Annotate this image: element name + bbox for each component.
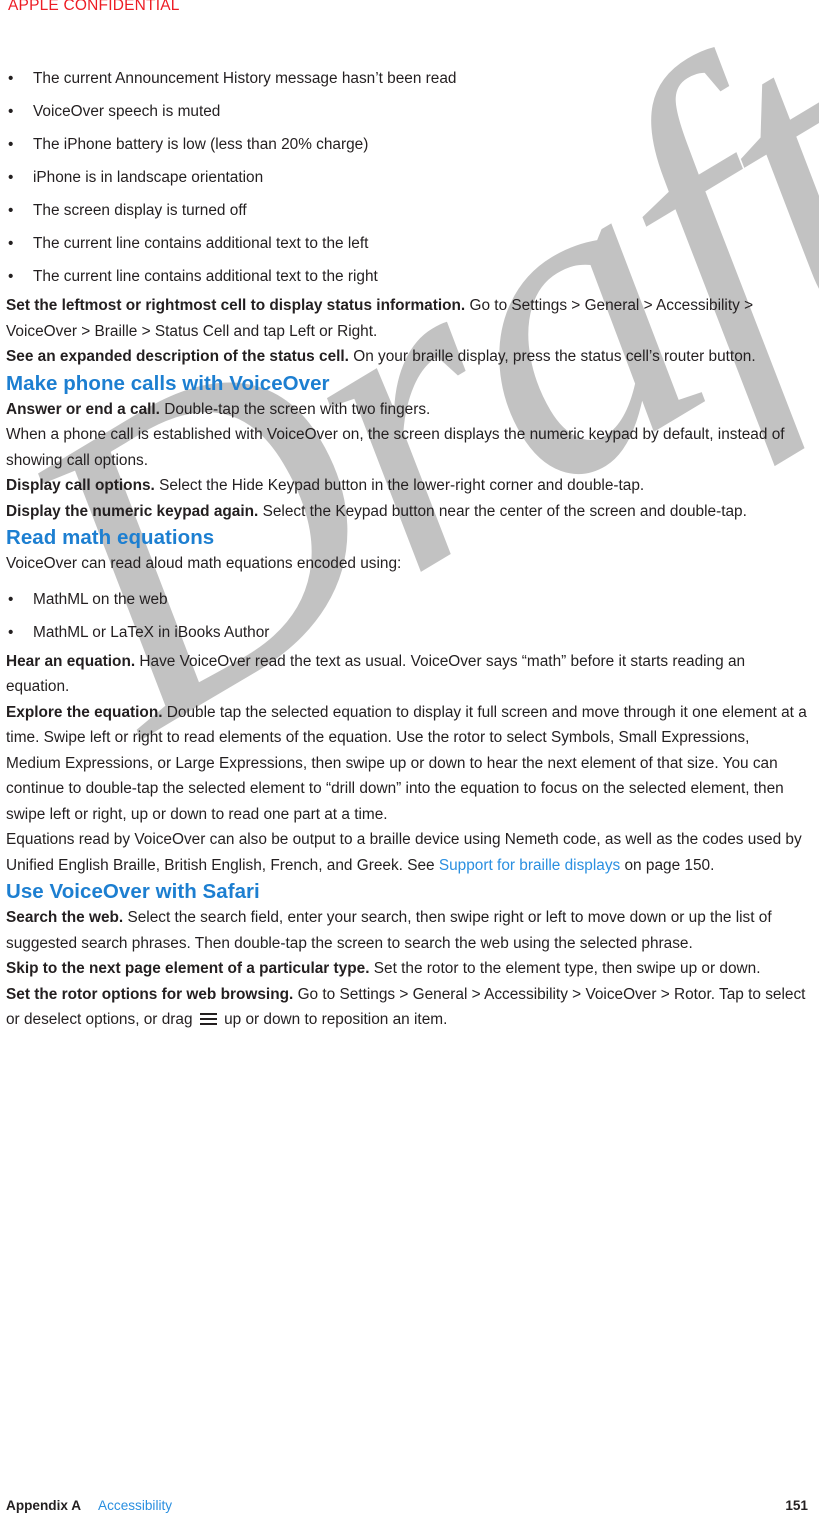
nemeth-text-after-link: on page 150. xyxy=(620,856,715,874)
footer-page-number: 151 xyxy=(785,1498,808,1513)
bullet-icon: • xyxy=(8,623,14,641)
page-content: • The current Announcement History messag… xyxy=(6,62,808,1033)
task-paragraph-display-call-options: Display call options. Select the Hide Ke… xyxy=(6,473,808,499)
bullet-icon: • xyxy=(8,136,14,153)
task-body: Set the rotor to the element type, then … xyxy=(369,960,761,977)
status-conditions-list: • The current Announcement History messag… xyxy=(6,62,808,293)
bullet-icon: • xyxy=(8,202,14,219)
section-heading-use-voiceover-with-safari: Use VoiceOver with Safari xyxy=(6,880,260,903)
task-paragraph-status-cell-description: See an expanded description of the statu… xyxy=(6,344,808,370)
bullet-icon: • xyxy=(8,169,14,186)
list-item-label: The iPhone battery is low (less than 20%… xyxy=(33,136,369,153)
paragraph-call-keypad-default: When a phone call is established with Vo… xyxy=(6,422,808,473)
task-body: On your braille display, press the statu… xyxy=(348,348,756,365)
list-item-label: The current line contains additional tex… xyxy=(33,235,369,252)
task-body: Double tap the selected equation to disp… xyxy=(6,703,807,823)
list-item-label: The screen display is turned off xyxy=(33,202,247,219)
section-heading-make-phone-calls: Make phone calls with VoiceOver xyxy=(6,371,330,395)
task-body: When a phone call is established with Vo… xyxy=(6,426,785,469)
list-item-label: The current Announcement History message… xyxy=(33,70,457,87)
task-paragraph-answer-end-call: Answer or end a call. Double-tap the scr… xyxy=(6,397,808,423)
task-lead: Set the leftmost or rightmost cell to di… xyxy=(6,297,466,314)
list-item: • The iPhone battery is low (less than 20… xyxy=(6,128,808,161)
task-lead: Display the numeric keypad again. xyxy=(6,502,259,520)
paragraph-nemeth-code: Equations read by VoiceOver can also be … xyxy=(6,827,808,878)
list-item: • The screen display is turned off xyxy=(6,194,808,227)
section-heading-read-math-equations: Read math equations xyxy=(6,526,215,549)
list-item: • MathML on the web xyxy=(6,583,808,616)
task-lead: Explore the equation. xyxy=(6,703,163,721)
list-item-label: MathML on the web xyxy=(33,590,168,608)
list-item: • iPhone is in landscape orientation xyxy=(6,161,808,194)
list-item-label: VoiceOver speech is muted xyxy=(33,103,221,120)
task-paragraph-status-cell-position: Set the leftmost or rightmost cell to di… xyxy=(6,293,808,344)
task-lead: Hear an equation. xyxy=(6,652,136,670)
list-item: • The current Announcement History messag… xyxy=(6,62,808,95)
task-paragraph-hear-equation: Hear an equation. Have VoiceOver read th… xyxy=(6,649,808,700)
bullet-icon: • xyxy=(8,590,14,608)
task-paragraph-display-numeric-keypad: Display the numeric keypad again. Select… xyxy=(6,499,808,525)
task-lead: Answer or end a call. xyxy=(6,400,160,418)
bullet-icon: • xyxy=(8,70,14,87)
list-item: • The current line contains additional te… xyxy=(6,260,808,293)
confidential-notice: APPLE CONFIDENTIAL xyxy=(8,0,180,14)
task-paragraph-explore-equation: Explore the equation. Double tap the sel… xyxy=(6,700,808,828)
bullet-icon: • xyxy=(8,268,14,285)
paragraph-math-intro: VoiceOver can read aloud math equations … xyxy=(6,555,402,572)
bullet-icon: • xyxy=(8,103,14,120)
task-body: Double-tap the screen with two fingers. xyxy=(159,400,431,418)
document-page: APPLE CONFIDENTIAL • The current Announce… xyxy=(0,0,819,1521)
list-item-label: iPhone is in landscape orientation xyxy=(33,169,264,186)
task-lead: Set the rotor options for web browsing. xyxy=(6,985,294,1003)
list-item-label: MathML or LaTeX in iBooks Author xyxy=(33,623,270,641)
footer-chapter-label[interactable]: Accessibility xyxy=(98,1498,172,1513)
list-item: • VoiceOver speech is muted xyxy=(6,95,808,128)
list-item: • MathML or LaTeX in iBooks Author xyxy=(6,616,808,649)
bullet-icon: • xyxy=(8,235,14,252)
task-lead: Display call options. xyxy=(6,477,155,494)
reorder-handle-icon xyxy=(199,1013,217,1025)
task-paragraph-set-rotor-options: Set the rotor options for web browsing. … xyxy=(6,982,808,1033)
task-paragraph-search-the-web: Search the web. Select the search field,… xyxy=(6,905,808,956)
page-footer: Appendix A Accessibility 151 xyxy=(6,1495,808,1517)
task-lead: Skip to the next page element of a parti… xyxy=(6,960,370,977)
task-body: Select the Hide Keypad button in the low… xyxy=(154,477,645,494)
task-lead: Search the web. xyxy=(6,909,124,926)
rotor-text-after-icon: up or down to reposition an item. xyxy=(219,1011,448,1028)
link-support-for-braille-displays[interactable]: Support for braille displays xyxy=(439,857,620,874)
list-item-label: The current line contains additional tex… xyxy=(33,268,378,285)
task-paragraph-skip-to-next-element: Skip to the next page element of a parti… xyxy=(6,956,808,982)
task-lead: See an expanded description of the statu… xyxy=(6,348,349,365)
footer-appendix-label: Appendix A xyxy=(6,1498,82,1513)
list-item: • The current line contains additional te… xyxy=(6,227,808,260)
task-body: Select the Keypad button near the center… xyxy=(258,502,747,520)
math-encodings-list: • MathML on the web • MathML or LaTeX in i… xyxy=(6,583,808,649)
